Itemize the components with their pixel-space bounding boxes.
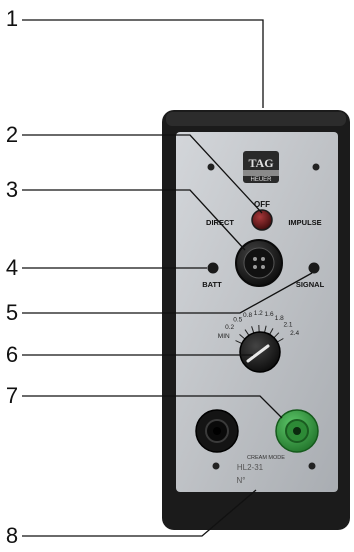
housing-rim xyxy=(166,112,346,126)
connector-pin xyxy=(253,257,257,261)
callout-2: 2 xyxy=(5,122,19,147)
screw-bottom-right xyxy=(308,462,316,470)
callout-6: 6 xyxy=(5,342,19,367)
dial-tick-label: 0.2 xyxy=(225,324,234,331)
switch-impulse-label: IMPULSE xyxy=(288,218,321,227)
screw-top-right xyxy=(312,163,320,171)
callout-7: 7 xyxy=(5,383,19,408)
brand-logo-line2: HEUER xyxy=(250,177,272,183)
screw-top-left xyxy=(207,163,215,171)
dial-tick-label: 0.8 xyxy=(243,312,252,319)
diagram-canvas: TAG HEUER OFF DIRECT IMPULSE BATT SIGNAL… xyxy=(22,19,350,537)
device-diagram: TAG HEUER OFF DIRECT IMPULSE BATT SIGNAL… xyxy=(0,0,354,552)
connector-pin xyxy=(261,257,265,261)
callout-1: 1 xyxy=(5,6,19,31)
batt-indicator-label: BATT xyxy=(202,280,222,289)
callout-4: 4 xyxy=(5,255,19,280)
terminal-green-hole xyxy=(293,427,301,435)
leader-line-1 xyxy=(22,19,264,108)
signal-indicator-led xyxy=(308,262,320,274)
dial-tick-label: 1.6 xyxy=(265,311,274,318)
callout-5: 5 xyxy=(5,300,19,325)
brand-logo-line1: TAG xyxy=(248,156,273,170)
connector-pin xyxy=(261,265,265,269)
plate-line3: N° xyxy=(237,476,246,485)
callout-3: 3 xyxy=(5,177,19,202)
screw-bottom-left xyxy=(212,462,220,470)
batt-indicator-led xyxy=(207,262,219,274)
signal-indicator-label: SIGNAL xyxy=(296,280,325,289)
callout-8: 8 xyxy=(5,523,19,548)
dial-tick-label: 2.4 xyxy=(290,330,299,337)
connector-ring xyxy=(243,247,275,279)
brand-logo-band xyxy=(243,170,279,176)
terminal-black-hole xyxy=(213,427,221,435)
plate-line2: HL2-31 xyxy=(237,463,264,472)
dial-tick-label: 1.2 xyxy=(254,310,263,317)
plate-line1: CREAM MODE xyxy=(247,455,285,461)
connector-pin xyxy=(253,265,257,269)
dial-tick-label: 0.5 xyxy=(233,317,242,324)
dial-tick-label: 2.1 xyxy=(283,321,292,328)
dial-tick-label: MIN xyxy=(218,333,230,340)
